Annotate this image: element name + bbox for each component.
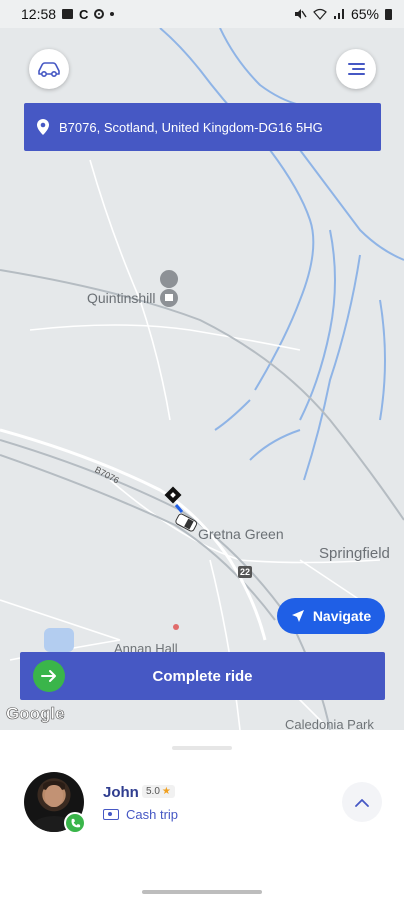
trip-type-label: Cash trip <box>126 807 179 822</box>
mute-icon <box>294 9 307 19</box>
vehicle-button[interactable] <box>29 49 69 89</box>
chevron-up-icon <box>355 798 369 807</box>
battery-percent: 65% <box>350 6 379 22</box>
status-bar: 12:58 C 65% <box>0 0 404 28</box>
status-time: 12:58 <box>21 6 57 22</box>
wifi-icon <box>313 8 327 20</box>
destination-address: B7076, Scotland, United Kingdom-DG16 5HG <box>59 119 323 135</box>
navigation-arrow-icon <box>291 610 304 622</box>
phone-icon <box>71 818 80 827</box>
expand-sheet-button[interactable] <box>342 782 382 822</box>
rating-badge: 5.0 ★ <box>142 785 175 798</box>
carrier-letter: C <box>79 6 89 22</box>
call-button[interactable] <box>64 812 86 834</box>
gallery-notification-icon <box>62 9 74 19</box>
battery-icon <box>385 8 392 20</box>
status-right: 65% <box>294 6 392 22</box>
google-attribution: Google <box>6 704 65 724</box>
signal-icon <box>333 9 344 19</box>
place-label-quintinshill: Quintinshill <box>87 290 156 306</box>
navigate-label: Navigate <box>312 608 372 624</box>
trip-type: Cash trip <box>103 807 178 822</box>
menu-button[interactable] <box>336 49 376 89</box>
motorway-shield: 22 <box>238 566 253 578</box>
more-notifications-icon <box>110 12 115 16</box>
status-left: 12:58 C <box>21 6 115 22</box>
arrow-right-icon <box>33 660 65 692</box>
destination-address-bar[interactable]: B7076, Scotland, United Kingdom-DG16 5HG <box>24 103 381 151</box>
cash-icon <box>103 809 119 820</box>
place-label-caledonia-park: Caledonia Park <box>285 717 374 730</box>
home-indicator[interactable] <box>142 890 262 894</box>
navigate-button[interactable]: Navigate <box>277 598 385 634</box>
menu-icon <box>348 63 365 75</box>
record-notification-icon <box>94 9 105 19</box>
car-icon <box>38 62 60 78</box>
place-label-springfield: Springfield <box>319 545 390 562</box>
drag-handle[interactable] <box>172 746 232 750</box>
complete-ride-button[interactable]: Complete ride <box>20 652 385 700</box>
star-icon: ★ <box>161 786 171 797</box>
place-label-gretna-green: Gretna Green <box>198 526 284 542</box>
location-pin-icon <box>36 118 50 136</box>
rating-value: 5.0 <box>146 786 160 797</box>
complete-ride-label: Complete ride <box>152 667 253 685</box>
rider-bottom-sheet: John 5.0 ★ Cash trip <box>0 730 404 900</box>
rider-name: John <box>103 784 139 801</box>
